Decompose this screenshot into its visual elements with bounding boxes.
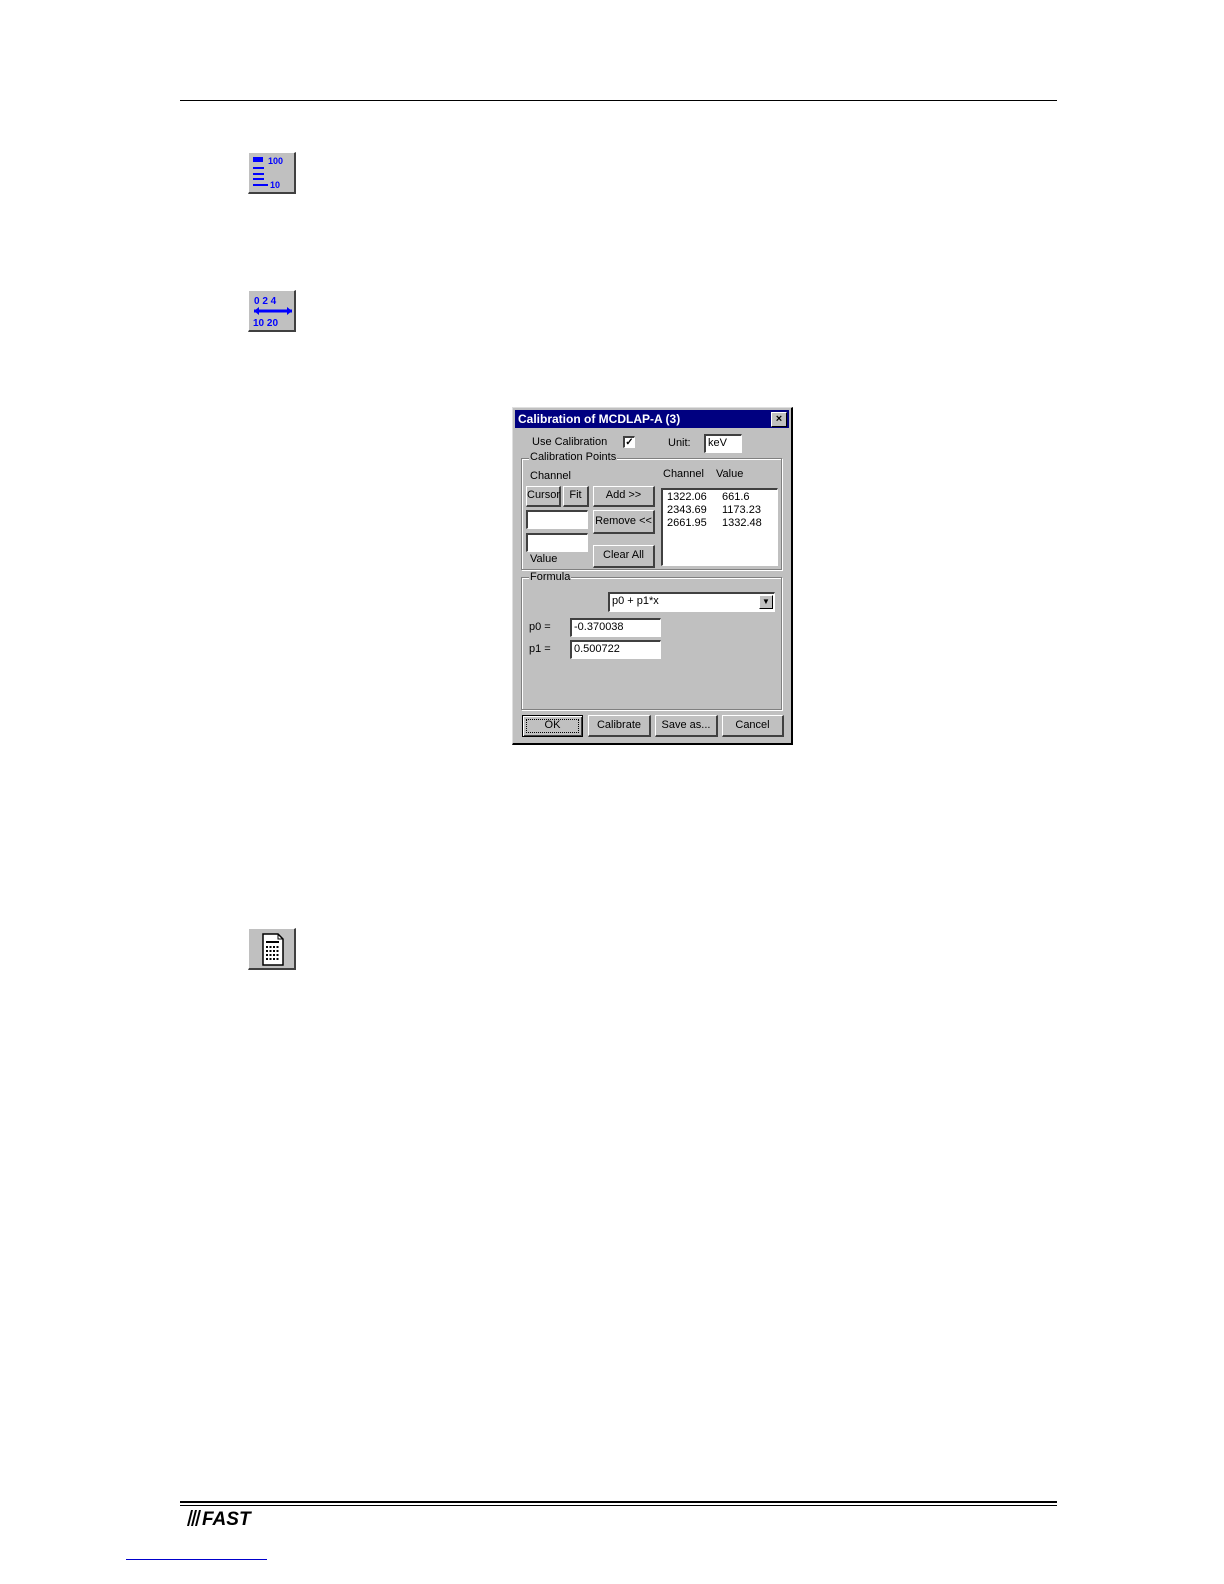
list-item[interactable]: 2343.69 1173.23 (667, 504, 775, 517)
check-icon: ✓ (625, 437, 634, 448)
value-input[interactable] (526, 533, 588, 552)
dialog-titlebar[interactable]: Calibration of MCDLAP-A (3) × (515, 410, 789, 428)
use-calibration-checkbox[interactable]: ✓ (623, 436, 635, 448)
point-value: 1173.23 (722, 504, 761, 516)
close-icon: × (775, 413, 783, 425)
focus-ring (526, 719, 579, 733)
channel-label: Channel (530, 470, 571, 482)
point-channel: 2343.69 (667, 504, 707, 516)
header-rule (180, 100, 1057, 101)
save-as-button[interactable]: Save as... (655, 715, 718, 737)
point-value: 1332.48 (722, 517, 762, 529)
document-list-icon (262, 933, 284, 966)
cursor-button[interactable]: Cursor (526, 486, 561, 507)
document-list-button[interactable] (248, 928, 296, 970)
unit-label: Unit: (668, 437, 691, 449)
point-channel: 2661.95 (667, 517, 707, 529)
value-label: Value (530, 553, 558, 565)
calibration-points-title: Calibration Points (529, 451, 618, 464)
svg-text:10: 10 (270, 180, 280, 190)
p1-field[interactable]: 0.500722 (570, 640, 661, 659)
fast-logo: FAST (183, 1506, 259, 1533)
remove-button[interactable]: Remove << (593, 510, 655, 534)
log-scale-icon: 100 10 (253, 156, 283, 190)
axis-calibration-button[interactable]: 0 2 4 10 20 (248, 290, 296, 332)
list-header-channel: Channel (663, 468, 704, 480)
svg-text:10 20: 10 20 (253, 318, 278, 329)
add-button[interactable]: Add >> (593, 486, 655, 507)
p1-label: p1 = (529, 643, 551, 655)
svg-text:0 2 4: 0 2 4 (254, 296, 277, 307)
axis-calibration-icon: 0 2 4 10 20 (253, 296, 292, 329)
logo-text: FAST (202, 1509, 252, 1528)
point-value: 661.6 (722, 491, 750, 503)
unit-field[interactable]: keV (704, 434, 742, 453)
channel-input[interactable] (526, 510, 588, 529)
formula-select[interactable]: p0 + p1*x ▼ (608, 592, 775, 612)
list-item[interactable]: 2661.95 1332.48 (667, 517, 775, 530)
formula-title: Formula (529, 571, 572, 584)
list-header-value: Value (716, 468, 744, 480)
calibration-points-list[interactable]: 1322.06 661.6 2343.69 1173.23 2661.95 13… (661, 488, 778, 566)
use-calibration-label: Use Calibration (532, 436, 608, 448)
footer-link-underline[interactable] (126, 1559, 267, 1560)
svg-text:100: 100 (268, 156, 283, 166)
cancel-button[interactable]: Cancel (722, 715, 784, 737)
log-scale-button[interactable]: 100 10 (248, 152, 296, 194)
point-channel: 1322.06 (667, 491, 707, 503)
chevron-down-icon[interactable]: ▼ (759, 595, 773, 609)
footer-rule-top (180, 1501, 1057, 1503)
p0-label: p0 = (529, 621, 551, 633)
p0-field[interactable]: -0.370038 (570, 618, 661, 637)
calibration-dialog: Calibration of MCDLAP-A (3) × Use Calibr… (512, 407, 793, 745)
dialog-title: Calibration of MCDLAP-A (3) (518, 412, 681, 426)
formula-select-value: p0 + p1*x (612, 595, 659, 607)
calibrate-button[interactable]: Calibrate (588, 715, 651, 737)
clear-all-button[interactable]: Clear All (593, 545, 655, 568)
ok-button[interactable]: OK (522, 715, 583, 737)
list-item[interactable]: 1322.06 661.6 (667, 491, 775, 504)
footer-rule-bottom (180, 1505, 1057, 1506)
fit-button[interactable]: Fit (563, 486, 589, 507)
close-button[interactable]: × (771, 412, 787, 427)
